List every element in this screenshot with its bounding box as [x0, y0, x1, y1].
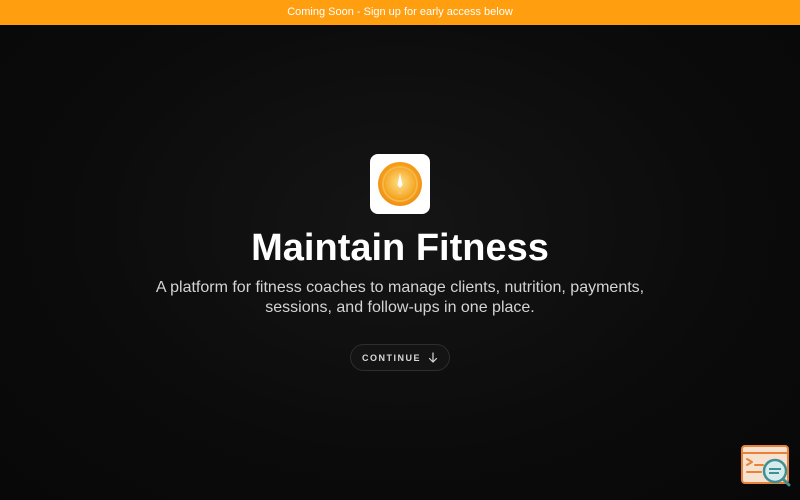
- app-logo: [370, 154, 430, 214]
- continue-button[interactable]: CONTINUE: [350, 344, 450, 371]
- arrow-down-icon: [428, 352, 438, 363]
- announcement-banner: Coming Soon - Sign up for early access b…: [0, 0, 800, 25]
- announcement-text: Coming Soon - Sign up for early access b…: [287, 6, 513, 18]
- page-subtitle: A platform for fitness coaches to manage…: [155, 279, 645, 316]
- continue-label: CONTINUE: [362, 352, 421, 363]
- terminal-search-icon: [741, 445, 791, 487]
- compass-icon: [378, 162, 422, 206]
- page-title: Maintain Fitness: [251, 227, 549, 269]
- search-widget-button[interactable]: [741, 445, 791, 487]
